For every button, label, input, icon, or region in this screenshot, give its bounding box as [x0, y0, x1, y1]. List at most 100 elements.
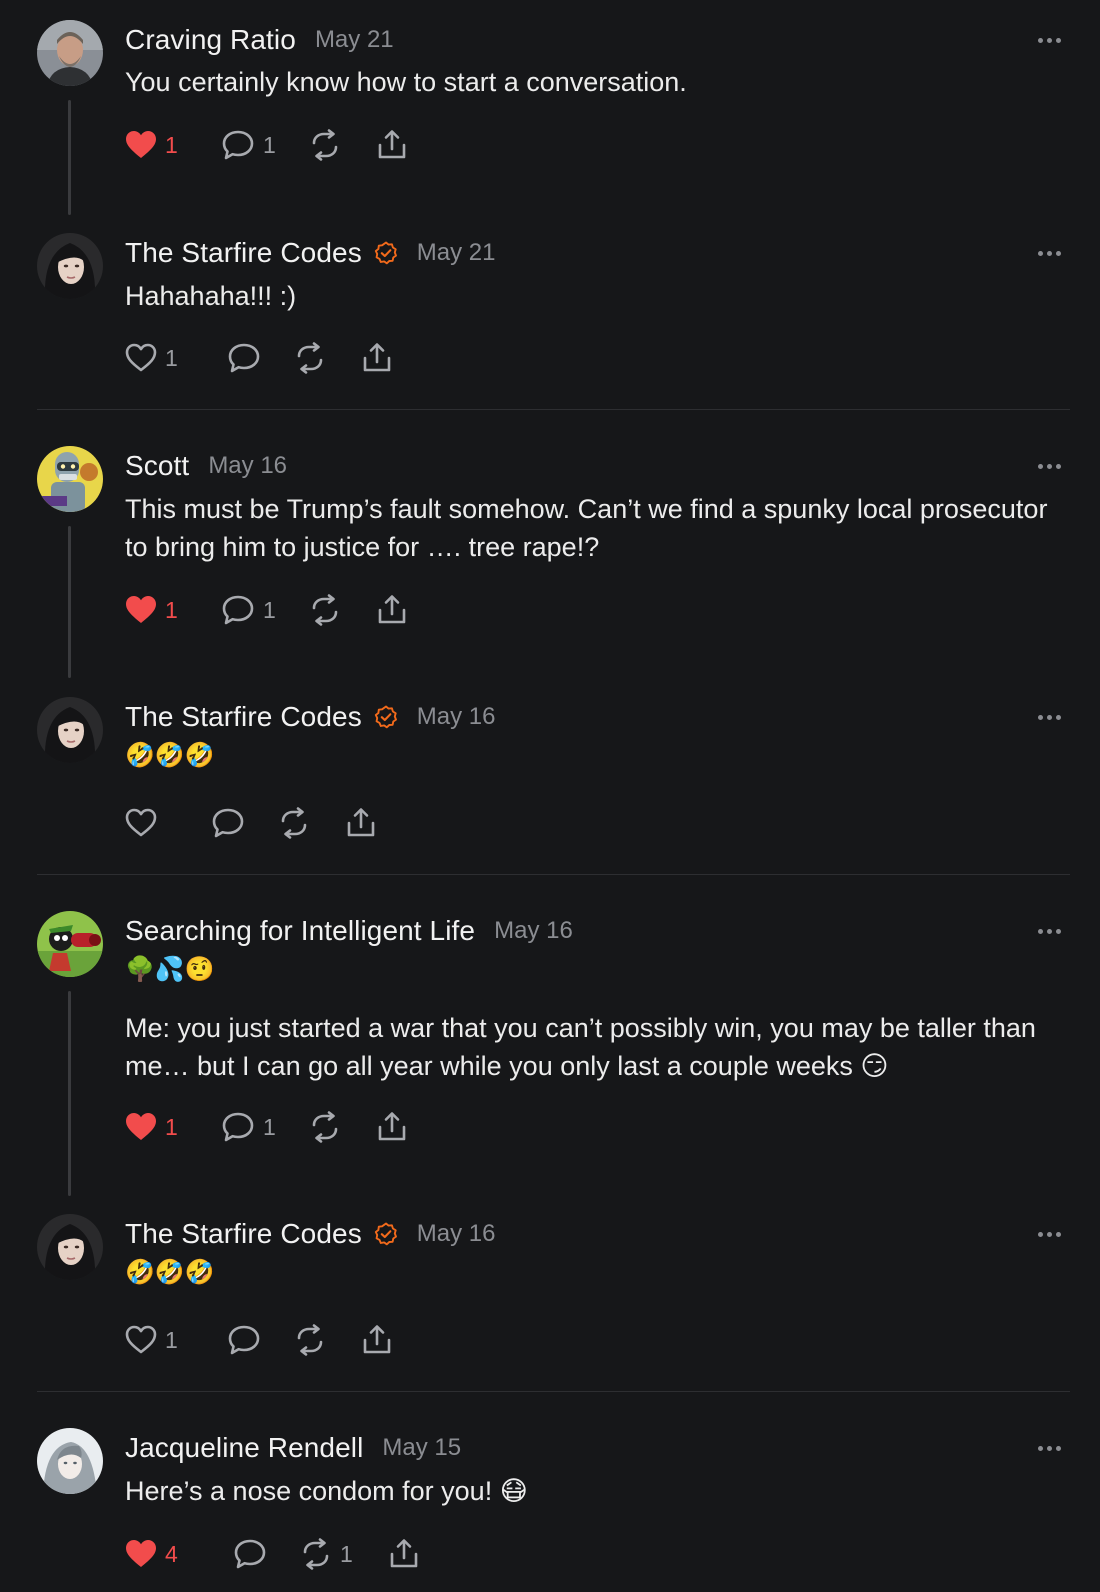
reply-count: 1	[263, 1113, 276, 1140]
like-button[interactable]: 1	[125, 343, 227, 373]
comment-actions: 1 1	[125, 125, 408, 165]
restack-icon	[309, 1111, 341, 1143]
like-button[interactable]: 1	[125, 1112, 221, 1142]
more-icon[interactable]	[1038, 251, 1061, 256]
more-icon[interactable]	[1038, 464, 1061, 469]
share-icon	[388, 1538, 420, 1570]
restack-icon	[294, 1324, 326, 1356]
comment-date[interactable]: May 15	[382, 1434, 461, 1462]
thread-line	[68, 526, 71, 678]
share-icon	[361, 1324, 393, 1356]
comment-icon	[227, 342, 261, 374]
comment-text: Here’s a nose condom for you! 😷	[125, 1476, 528, 1506]
comment-icon	[211, 807, 245, 839]
author-name[interactable]: The Starfire Codes	[125, 237, 362, 269]
restack-button[interactable]	[309, 594, 376, 626]
more-icon[interactable]	[1038, 715, 1061, 720]
like-count: 1	[165, 1326, 178, 1353]
like-button[interactable]: 4	[125, 1539, 233, 1569]
share-icon	[345, 807, 377, 839]
comment-header: The Starfire Codes May 16	[125, 1216, 496, 1252]
comment-date[interactable]: May 16	[417, 703, 496, 731]
comment-header: Searching for Intelligent Life May 16	[125, 913, 573, 949]
restack-button[interactable]	[278, 807, 345, 839]
avatar[interactable]	[37, 1428, 103, 1494]
divider	[37, 874, 1070, 875]
restack-button[interactable]: 1	[300, 1538, 388, 1570]
more-icon[interactable]	[1038, 1446, 1061, 1451]
heart-icon	[125, 808, 157, 838]
heart-icon	[125, 1539, 157, 1569]
like-count: 1	[165, 344, 178, 371]
share-button[interactable]	[376, 129, 408, 161]
comment-icon	[221, 1111, 255, 1143]
comment-date[interactable]: May 16	[208, 452, 287, 480]
author-name[interactable]: The Starfire Codes	[125, 701, 362, 733]
share-icon	[361, 342, 393, 374]
avatar[interactable]	[37, 911, 103, 977]
share-button[interactable]	[345, 807, 377, 839]
restack-icon	[309, 129, 341, 161]
like-button[interactable]: 1	[125, 130, 221, 160]
reply-button[interactable]	[233, 1538, 300, 1570]
comment-actions: 1 1	[125, 590, 408, 630]
heart-icon	[125, 595, 157, 625]
avatar[interactable]	[37, 1214, 103, 1280]
like-button[interactable]: 1	[125, 1325, 227, 1355]
comment-date[interactable]: May 16	[494, 917, 573, 945]
thread-line	[68, 100, 71, 215]
author-name[interactable]: Craving Ratio	[125, 24, 296, 56]
reply-button[interactable]	[211, 807, 278, 839]
author-name[interactable]: Searching for Intelligent Life	[125, 915, 475, 947]
restack-count: 1	[340, 1540, 353, 1567]
reply-button[interactable]: 1	[221, 129, 309, 161]
restack-button[interactable]	[294, 342, 361, 374]
share-button[interactable]	[376, 1111, 408, 1143]
restack-button[interactable]	[309, 1111, 376, 1143]
thread-line	[68, 991, 71, 1196]
restack-icon	[309, 594, 341, 626]
comment-thread: Craving Ratio May 21 You certainly know …	[0, 0, 1100, 1592]
share-button[interactable]	[361, 342, 393, 374]
more-icon[interactable]	[1038, 1232, 1061, 1237]
avatar[interactable]	[37, 20, 103, 86]
comment-text: Hahahaha!!! :)	[125, 281, 297, 311]
reply-button[interactable]	[227, 342, 294, 374]
avatar[interactable]	[37, 233, 103, 299]
reply-button[interactable]: 1	[221, 594, 309, 626]
heart-icon	[125, 1325, 157, 1355]
heart-icon	[125, 343, 157, 373]
restack-icon	[294, 342, 326, 374]
share-icon	[376, 129, 408, 161]
comment-actions: 1 1	[125, 1107, 408, 1147]
like-count: 4	[165, 1540, 178, 1567]
restack-icon	[300, 1538, 332, 1570]
comment-date[interactable]: May 21	[417, 239, 496, 267]
author-name[interactable]: Scott	[125, 450, 189, 482]
comment-header: The Starfire Codes May 16	[125, 699, 496, 735]
reply-button[interactable]	[227, 1324, 294, 1356]
share-icon	[376, 1111, 408, 1143]
avatar[interactable]	[37, 697, 103, 763]
share-button[interactable]	[361, 1324, 393, 1356]
share-button[interactable]	[388, 1538, 420, 1570]
comment-actions: 4 1	[125, 1534, 420, 1574]
author-name[interactable]: Jacqueline Rendell	[125, 1432, 363, 1464]
restack-button[interactable]	[309, 129, 376, 161]
share-icon	[376, 594, 408, 626]
restack-button[interactable]	[294, 1324, 361, 1356]
comment-actions: 1	[125, 338, 393, 378]
avatar[interactable]	[37, 446, 103, 512]
reply-button[interactable]: 1	[221, 1111, 309, 1143]
author-name[interactable]: The Starfire Codes	[125, 1218, 362, 1250]
more-icon[interactable]	[1038, 929, 1061, 934]
comment-header: Jacqueline Rendell May 15	[125, 1430, 461, 1466]
like-button[interactable]: 1	[125, 595, 221, 625]
comment-actions	[125, 803, 377, 843]
divider	[37, 1391, 1070, 1392]
more-icon[interactable]	[1038, 38, 1061, 43]
comment-date[interactable]: May 16	[417, 1220, 496, 1248]
like-button[interactable]	[125, 808, 211, 838]
share-button[interactable]	[376, 594, 408, 626]
comment-date[interactable]: May 21	[315, 26, 394, 54]
